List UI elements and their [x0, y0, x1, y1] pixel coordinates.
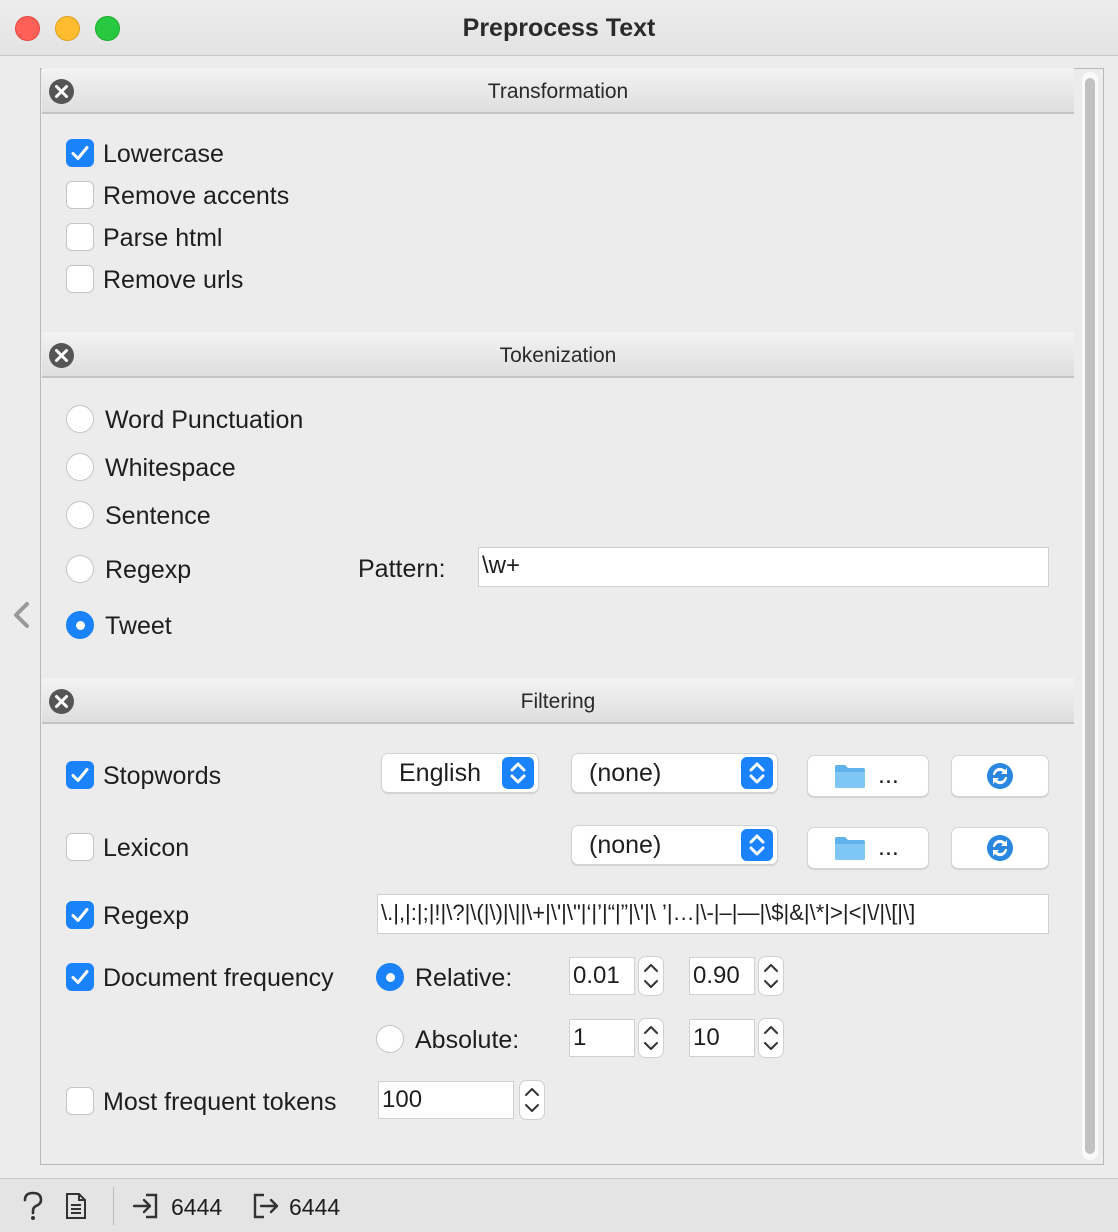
checkmark-icon [71, 908, 89, 922]
absolute-min-stepper[interactable] [638, 1018, 664, 1058]
document-frequency-checkbox[interactable] [66, 963, 94, 991]
lexicon-reload-button[interactable] [951, 827, 1049, 869]
status-bar: 6444 6444 [0, 1178, 1118, 1232]
stopwords-file-select[interactable]: (none) [571, 753, 778, 793]
transformation-header: Transformation [42, 68, 1074, 114]
tweet-label: Tweet [105, 612, 172, 640]
lowercase-label: Lowercase [103, 140, 224, 168]
regexp-filter-label: Regexp [103, 902, 190, 930]
checkmark-icon [71, 768, 89, 782]
reload-icon [987, 835, 1013, 861]
lexicon-file-select[interactable]: (none) [571, 825, 778, 865]
input-data-icon [132, 1193, 158, 1219]
sentence-label: Sentence [105, 502, 211, 530]
output-data-icon [253, 1193, 279, 1219]
lowercase-checkbox[interactable] [66, 139, 94, 167]
tokenization-header: Tokenization [42, 332, 1074, 378]
regexp-token-label: Regexp [105, 556, 192, 584]
regexp-token-radio[interactable] [66, 555, 94, 583]
stopwords-reload-button[interactable] [951, 755, 1049, 797]
status-separator [113, 1187, 114, 1225]
chevron-updown-icon [502, 757, 534, 789]
lexicon-checkbox[interactable] [66, 833, 94, 861]
relative-max-input[interactable]: 0.90 [689, 957, 755, 995]
chevron-updown-icon [741, 757, 773, 789]
remove-accents-label: Remove accents [103, 182, 290, 210]
remove-urls-label: Remove urls [103, 266, 244, 294]
absolute-min-input[interactable]: 1 [569, 1019, 635, 1057]
lexicon-file-value: (none) [589, 831, 662, 859]
lexicon-label: Lexicon [103, 834, 190, 862]
browse-ellipsis: ... [878, 761, 899, 789]
most-frequent-tokens-checkbox[interactable] [66, 1087, 94, 1115]
tweet-radio[interactable] [66, 611, 94, 639]
whitespace-radio[interactable] [66, 453, 94, 481]
folder-icon [835, 837, 865, 860]
report-icon[interactable] [65, 1192, 87, 1220]
parse-html-checkbox[interactable] [66, 223, 94, 251]
regexp-filter-checkbox[interactable] [66, 901, 94, 929]
relative-min-stepper[interactable] [638, 956, 664, 996]
checkmark-icon [71, 970, 89, 984]
word-punctuation-radio[interactable] [66, 405, 94, 433]
stopwords-language-value: English [399, 759, 481, 787]
help-icon[interactable] [22, 1191, 44, 1221]
relative-max-stepper[interactable] [758, 956, 784, 996]
absolute-max-stepper[interactable] [758, 1018, 784, 1058]
filtering-title: Filtering [520, 690, 596, 713]
whitespace-label: Whitespace [105, 454, 236, 482]
input-count: 6444 [171, 1194, 223, 1220]
most-frequent-tokens-stepper[interactable] [519, 1080, 545, 1120]
relative-min-input[interactable]: 0.01 [569, 957, 635, 995]
folder-icon [835, 765, 865, 788]
chevron-left-icon[interactable] [10, 600, 34, 630]
chevron-updown-icon [741, 829, 773, 861]
lexicon-browse-button[interactable]: ... [807, 827, 929, 869]
regexp-filter-input[interactable]: \.|,|:|;|!|\?|\(|\)|\||\+|\'|\"|‘|’|“|”|… [377, 894, 1049, 934]
scrollbar-thumb[interactable] [1085, 78, 1095, 1154]
title-bar: Preprocess Text [0, 0, 1118, 56]
sentence-radio[interactable] [66, 501, 94, 529]
tokenization-title: Tokenization [499, 344, 617, 367]
window-title: Preprocess Text [462, 14, 656, 42]
checkmark-icon [71, 146, 89, 160]
stopwords-file-value: (none) [589, 759, 662, 787]
pattern-input[interactable]: \w+ [478, 547, 1049, 587]
word-punctuation-label: Word Punctuation [105, 406, 304, 434]
parse-html-label: Parse html [103, 224, 223, 252]
reload-icon [987, 763, 1013, 789]
document-frequency-label: Document frequency [103, 964, 334, 992]
remove-urls-checkbox[interactable] [66, 265, 94, 293]
filtering-header: Filtering [42, 678, 1074, 724]
relative-label: Relative: [415, 964, 513, 992]
transformation-title: Transformation [487, 80, 629, 103]
stopwords-checkbox[interactable] [66, 761, 94, 789]
pattern-label: Pattern: [358, 555, 446, 583]
relative-radio[interactable] [376, 963, 404, 991]
most-frequent-tokens-input[interactable]: 100 [378, 1081, 514, 1119]
stopwords-label: Stopwords [103, 762, 222, 790]
absolute-label: Absolute: [415, 1026, 520, 1054]
browse-ellipsis: ... [878, 833, 899, 861]
absolute-max-input[interactable]: 10 [689, 1019, 755, 1057]
stopwords-browse-button[interactable]: ... [807, 755, 929, 797]
absolute-radio[interactable] [376, 1025, 404, 1053]
vertical-scrollbar[interactable] [1082, 72, 1098, 1160]
remove-accents-checkbox[interactable] [66, 181, 94, 209]
output-count: 6444 [289, 1194, 341, 1220]
most-frequent-tokens-label: Most frequent tokens [103, 1088, 337, 1116]
stopwords-language-select[interactable]: English [381, 753, 539, 793]
